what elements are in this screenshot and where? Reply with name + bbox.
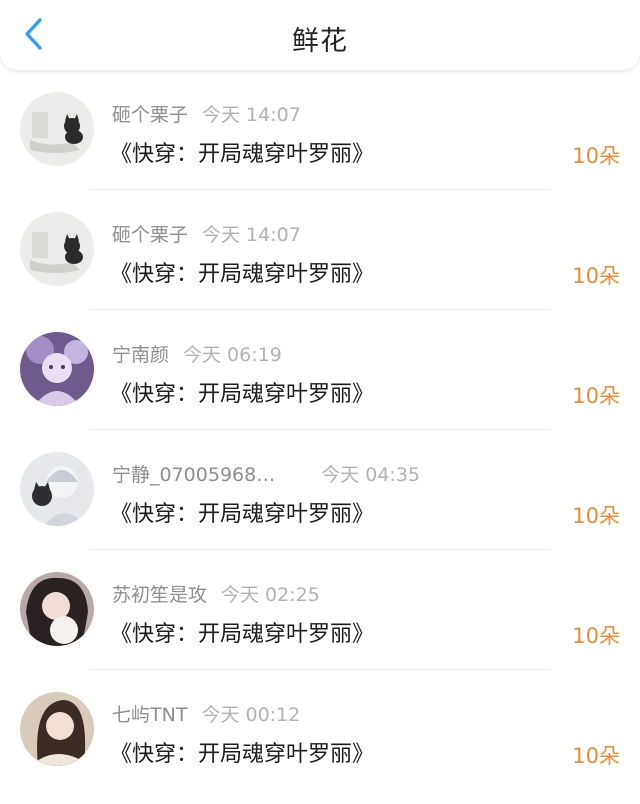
- avatar[interactable]: [20, 452, 94, 526]
- record-meta: 宁静_07005968… 今天 04:35: [112, 460, 420, 487]
- username[interactable]: 宁南颜: [112, 344, 169, 366]
- avatar[interactable]: [20, 92, 94, 166]
- book-title[interactable]: 《快穿：开局魂穿叶罗丽》: [110, 256, 374, 288]
- book-title[interactable]: 《快穿：开局魂穿叶罗丽》: [110, 376, 374, 408]
- timestamp: 今天 02:25: [221, 584, 320, 606]
- flower-count: 10朵: [572, 624, 620, 648]
- timestamp: 今天 06:19: [183, 344, 282, 366]
- flower-count: 10朵: [572, 504, 620, 528]
- record-meta: 七屿TNT 今天 00:12: [112, 700, 300, 727]
- avatar[interactable]: [20, 692, 94, 766]
- username[interactable]: 砸个栗子: [112, 224, 188, 246]
- flower-count: 10朵: [572, 264, 620, 288]
- username[interactable]: 七屿TNT: [112, 704, 187, 726]
- record-meta: 砸个栗子 今天 14:07: [112, 220, 301, 247]
- record-meta: 宁南颜 今天 06:19: [112, 340, 282, 367]
- list-item[interactable]: 苏初笙是攻 今天 02:25 《快穿：开局魂穿叶罗丽》 10朵: [0, 550, 640, 670]
- top-bar: 鲜花: [0, 0, 640, 70]
- book-title[interactable]: 《快穿：开局魂穿叶罗丽》: [110, 616, 374, 648]
- username[interactable]: 苏初笙是攻: [112, 584, 207, 606]
- list-item[interactable]: 七屿TNT 今天 00:12 《快穿：开局魂穿叶罗丽》 10朵: [0, 670, 640, 790]
- list-item[interactable]: 砸个栗子 今天 14:07 《快穿：开局魂穿叶罗丽》 10朵: [0, 70, 640, 190]
- list-item[interactable]: 宁静_07005968… 今天 04:35 《快穿：开局魂穿叶罗丽》 10朵: [0, 430, 640, 550]
- book-title[interactable]: 《快穿：开局魂穿叶罗丽》: [110, 736, 374, 768]
- record-meta: 苏初笙是攻 今天 02:25: [112, 580, 320, 607]
- flower-count: 10朵: [572, 744, 620, 768]
- avatar[interactable]: [20, 212, 94, 286]
- flower-count: 10朵: [572, 144, 620, 168]
- timestamp: 今天 04:35: [321, 464, 421, 486]
- flower-count: 10朵: [572, 384, 620, 408]
- username[interactable]: 砸个栗子: [112, 104, 188, 126]
- timestamp: 今天 14:07: [202, 104, 301, 126]
- book-title[interactable]: 《快穿：开局魂穿叶罗丽》: [110, 136, 374, 168]
- page-title: 鲜花: [292, 26, 348, 57]
- flower-record-list: 砸个栗子 今天 14:07 《快穿：开局魂穿叶罗丽》 10朵 砸个栗子 今天 14:…: [0, 70, 640, 790]
- list-item[interactable]: 砸个栗子 今天 14:07 《快穿：开局魂穿叶罗丽》 10朵: [0, 190, 640, 310]
- timestamp: 今天 14:07: [202, 224, 301, 246]
- avatar[interactable]: [20, 332, 94, 406]
- book-title[interactable]: 《快穿：开局魂穿叶罗丽》: [110, 496, 374, 528]
- username[interactable]: 宁静_07005968…: [112, 464, 275, 486]
- record-meta: 砸个栗子 今天 14:07: [112, 100, 301, 127]
- timestamp: 今天 00:12: [201, 704, 301, 726]
- avatar[interactable]: [20, 572, 94, 646]
- list-item[interactable]: 宁南颜 今天 06:19 《快穿：开局魂穿叶罗丽》 10朵: [0, 310, 640, 430]
